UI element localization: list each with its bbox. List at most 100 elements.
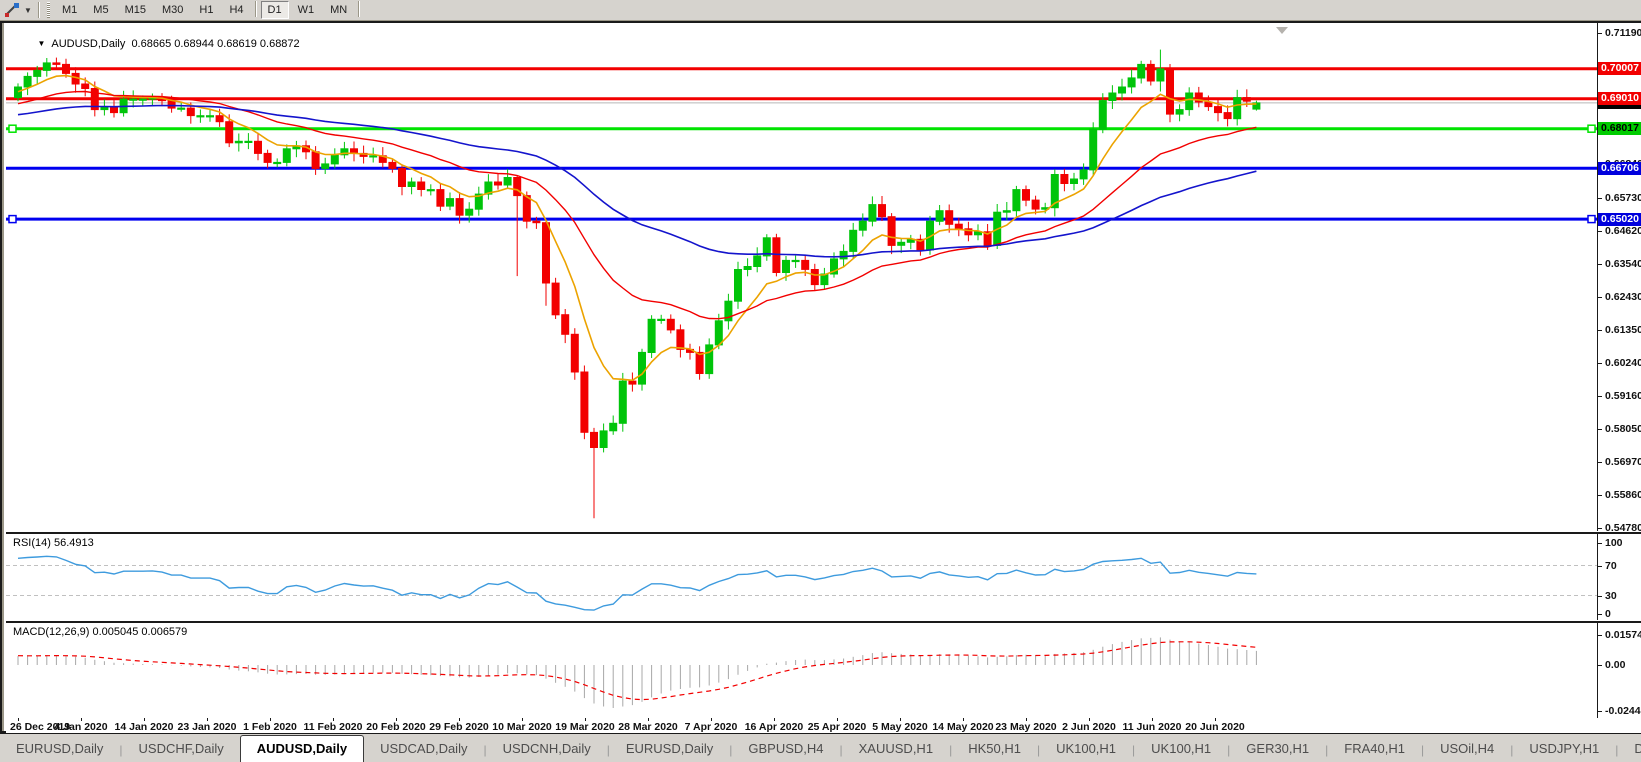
time-label-18: 11 Jun 2020	[1122, 721, 1182, 733]
tab-eurusd-daily[interactable]: EURUSD,Daily	[0, 737, 119, 762]
price-tick-0.61350: 0.61350	[1598, 324, 1641, 336]
line-handle[interactable]	[1587, 214, 1596, 224]
price-tick-0.65730: 0.65730	[1598, 192, 1641, 204]
timeframe-button-h4[interactable]: H4	[222, 1, 250, 19]
candle-body	[695, 351, 704, 374]
tab-usdchf-daily[interactable]: USDCHF,Daily	[123, 737, 240, 762]
candle-body	[1175, 109, 1184, 115]
candle-body	[1166, 68, 1174, 115]
candle-body	[81, 83, 90, 89]
time-label-4: 1 Feb 2020	[243, 721, 297, 733]
tab-usoil-h4[interactable]: USOil,H4	[1424, 737, 1510, 762]
candle-body	[1002, 210, 1011, 213]
toolbar-separator	[254, 1, 257, 17]
symbol-tab-bar: EURUSD,Daily | USDCHF,Daily AUDUSD,Daily USD…	[0, 733, 1641, 762]
hline-badge-0.65020: 0.65020	[1598, 213, 1641, 226]
time-label-3: 23 Jan 2020	[177, 721, 237, 733]
candle-body	[849, 229, 858, 252]
candle-body	[446, 198, 454, 207]
chart-style-dropdown-arrow[interactable]: ▼	[21, 6, 35, 15]
candle-body	[177, 107, 186, 110]
time-label-5: 11 Feb 2020	[303, 721, 363, 733]
timeframe-button-m1[interactable]: M1	[55, 1, 84, 19]
tab-dj30-h1[interactable]: DJ30,H1	[1618, 737, 1641, 762]
candle-body	[734, 269, 742, 302]
timeframe-button-w1[interactable]: W1	[291, 1, 322, 19]
price-tick-0.55860: 0.55860	[1598, 489, 1641, 501]
candle-body	[1089, 128, 1098, 171]
candle-body	[1118, 86, 1126, 94]
tab-xauusd-h1[interactable]: XAUUSD,H1	[843, 737, 949, 762]
candle-body	[407, 181, 416, 187]
time-label-19: 20 Jun 2020	[1185, 721, 1245, 733]
hline-badge-0.69010: 0.69010	[1598, 92, 1641, 105]
candle-body	[14, 86, 22, 99]
tab-uk100-h1[interactable]: UK100,H1	[1135, 737, 1227, 762]
candle-body	[503, 177, 512, 186]
price-pane[interactable]: ▼ AUDUSD,Daily 0.68665 0.68944 0.68619 0.…	[6, 23, 1641, 531]
tab-ger30-h1[interactable]: GER30,H1	[1230, 737, 1325, 762]
rsi-canvas[interactable]	[6, 534, 1597, 620]
pencil-line-icon	[5, 3, 19, 17]
tab-usdcad-daily[interactable]: USDCAD,Daily	[364, 737, 483, 762]
tab-usdjpy-h1[interactable]: USDJPY,H1	[1513, 737, 1615, 762]
candle-body	[647, 318, 656, 353]
line-handle[interactable]	[1587, 124, 1596, 133]
tab-audusd-daily[interactable]: AUDUSD,Daily	[239, 735, 365, 762]
time-axis: 26 Dec 2019 4 Jan 2020 14 Jan 2020 23 Jan 2…	[6, 718, 1641, 733]
candle-body	[513, 177, 522, 197]
candle-body	[1214, 106, 1222, 114]
candle-body	[638, 351, 646, 385]
candle-body	[561, 314, 570, 335]
tab-usdcnh-daily[interactable]: USDCNH,Daily	[487, 737, 607, 762]
time-label-9: 19 Mar 2020	[555, 721, 615, 733]
timeframe-button-h1[interactable]: H1	[192, 1, 220, 19]
candle-body	[570, 333, 579, 373]
tab-eurusd-daily[interactable]: EURUSD,Daily	[610, 737, 729, 762]
tab-hk50-h1[interactable]: HK50,H1	[952, 737, 1037, 762]
tab-uk100-h1[interactable]: UK100,H1	[1040, 737, 1132, 762]
timeframe-button-m5[interactable]: M5	[86, 1, 115, 19]
macd-canvas[interactable]	[6, 623, 1597, 718]
tab-fra40-h1[interactable]: FRA40,H1	[1328, 737, 1421, 762]
timeframe-button-mn[interactable]: MN	[323, 1, 354, 19]
timeframe-button-m30[interactable]: M30	[155, 1, 190, 19]
rsi-line	[17, 555, 1257, 611]
candle-body	[1012, 189, 1021, 212]
time-label-6: 20 Feb 2020	[366, 721, 426, 733]
tab-gbpusd-h4[interactable]: GBPUSD,H4	[732, 737, 839, 762]
chart-title: ▼ AUDUSD,Daily 0.68665 0.68944 0.68619 0.…	[13, 26, 300, 62]
time-label-16: 23 May 2020	[995, 721, 1057, 733]
candle-body	[609, 422, 618, 432]
candle-body	[599, 430, 608, 448]
price-chart-canvas[interactable]	[6, 23, 1597, 531]
candle-body	[225, 121, 234, 144]
timeframe-button-m15[interactable]: M15	[118, 1, 153, 19]
line-handle[interactable]	[8, 124, 17, 133]
candle-body	[186, 107, 195, 117]
candle-body	[1127, 77, 1136, 88]
candle-body	[388, 161, 397, 169]
scroll-to-end-marker[interactable]	[1276, 27, 1288, 34]
candle-body	[810, 269, 819, 286]
line-handle[interactable]	[8, 214, 17, 224]
timeframe-button-d1[interactable]: D1	[260, 1, 289, 19]
candle-body	[244, 140, 253, 144]
symbol-dropdown-icon[interactable]: ▼	[37, 39, 45, 48]
timeframe-buttons: M1 M5 M15 M30 H1 H4 D1 W1 MN	[54, 1, 363, 19]
toolbar-separator	[358, 1, 361, 17]
rsi-axis: 100 70 30 0	[1597, 534, 1641, 620]
price-tick-0.59160: 0.59160	[1598, 390, 1641, 402]
macd-tick-0.015741: 0.015741	[1598, 629, 1641, 641]
rsi-pane[interactable]: RSI(14) 56.4913 100 70 30 0	[6, 534, 1641, 620]
candle-body	[1079, 169, 1088, 180]
candle-body	[436, 189, 445, 207]
toolbar-drag-grip[interactable]	[47, 2, 50, 18]
chart-style-icon[interactable]	[3, 2, 21, 18]
macd-tick--0.024412: -0.024412	[1598, 705, 1641, 717]
candle-body	[791, 259, 800, 263]
candle-body	[417, 181, 426, 190]
chart-title-text: AUDUSD,Daily 0.68665 0.68944 0.68619 0.6…	[51, 38, 300, 50]
candle-body	[839, 250, 848, 260]
macd-pane[interactable]: MACD(12,26,9) 0.005045 0.006579 0.015741…	[6, 623, 1641, 718]
